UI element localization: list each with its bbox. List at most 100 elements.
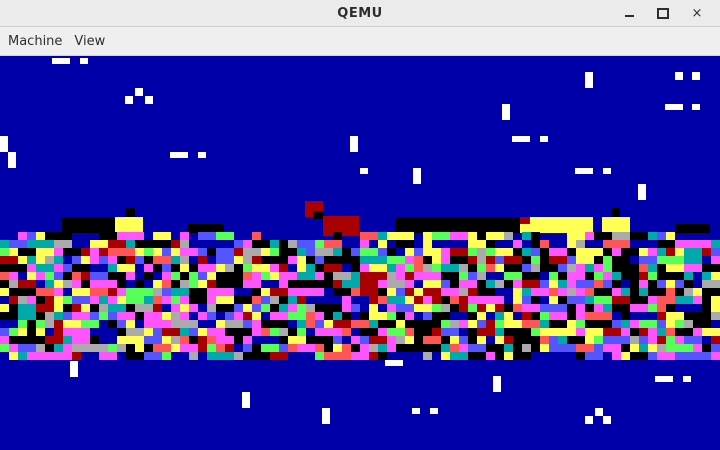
menu-machine[interactable]: Machine bbox=[2, 34, 68, 49]
pixel-block bbox=[387, 296, 396, 304]
pixel-block bbox=[675, 344, 693, 352]
pixel-block bbox=[477, 296, 504, 304]
pixel-block bbox=[684, 280, 693, 288]
pixel-block bbox=[693, 328, 702, 336]
menu-view[interactable]: View bbox=[68, 34, 111, 49]
pixel-block bbox=[531, 320, 540, 328]
pixel-block bbox=[486, 264, 495, 272]
pixel-block bbox=[540, 240, 549, 248]
pixel-block bbox=[450, 320, 459, 328]
pixel-block bbox=[279, 272, 297, 280]
pixel-block bbox=[612, 344, 621, 352]
pixel-block bbox=[630, 320, 639, 328]
pixel-block bbox=[666, 344, 675, 352]
pixel-block bbox=[162, 352, 171, 360]
pixel-block bbox=[225, 328, 243, 336]
pixel-block bbox=[540, 320, 549, 328]
pixel-block bbox=[502, 104, 510, 120]
pixel-block bbox=[90, 288, 99, 296]
pixel-block bbox=[252, 264, 270, 272]
pixel-block bbox=[270, 256, 279, 264]
pixel-block bbox=[648, 232, 657, 240]
pixel-block bbox=[522, 256, 531, 264]
pixel-block bbox=[459, 272, 468, 280]
pixel-block bbox=[531, 288, 540, 296]
pixel-block bbox=[711, 328, 720, 336]
pixel-block bbox=[396, 336, 405, 344]
pixel-block bbox=[243, 280, 261, 288]
pixel-block bbox=[387, 304, 396, 312]
pixel-block bbox=[207, 304, 216, 312]
pixel-block bbox=[666, 232, 675, 240]
pixel-block bbox=[36, 312, 45, 320]
pixel-block bbox=[279, 264, 288, 272]
pixel-block bbox=[9, 336, 27, 344]
pixel-block bbox=[675, 224, 710, 233]
pixel-block bbox=[405, 336, 414, 344]
pixel-block bbox=[432, 296, 441, 304]
pixel-block bbox=[144, 304, 153, 312]
close-button[interactable]: × bbox=[680, 1, 714, 25]
pixel-block bbox=[360, 312, 369, 320]
minimize-button[interactable] bbox=[612, 1, 646, 25]
pixel-block bbox=[585, 416, 593, 424]
pixel-block bbox=[531, 232, 540, 240]
pixel-block bbox=[243, 304, 252, 312]
pixel-block bbox=[243, 328, 252, 336]
pixel-block bbox=[522, 304, 531, 312]
pixel-block bbox=[145, 96, 153, 104]
vm-display[interactable] bbox=[0, 56, 720, 450]
pixel-block bbox=[180, 320, 198, 328]
pixel-block bbox=[135, 88, 143, 96]
pixel-block bbox=[612, 256, 621, 264]
pixel-block bbox=[0, 248, 9, 256]
pixel-block bbox=[81, 336, 90, 344]
pixel-block bbox=[243, 320, 252, 328]
pixel-block bbox=[684, 352, 711, 360]
pixel-block bbox=[702, 304, 711, 312]
pixel-block bbox=[153, 344, 171, 352]
pixel-block bbox=[621, 312, 630, 320]
pixel-block bbox=[90, 296, 99, 304]
pixel-block bbox=[576, 240, 585, 248]
pixel-block bbox=[261, 248, 270, 256]
pixel-block bbox=[711, 312, 720, 320]
pixel-block bbox=[243, 344, 252, 352]
pixel-block bbox=[693, 264, 702, 272]
pixel-block bbox=[666, 304, 675, 312]
pixel-block bbox=[423, 240, 432, 248]
pixel-block bbox=[333, 272, 342, 280]
pixel-block bbox=[36, 232, 45, 240]
pixel-block bbox=[306, 336, 315, 344]
pixel-block bbox=[351, 256, 360, 264]
pixel-block bbox=[558, 328, 576, 336]
maximize-button[interactable] bbox=[646, 1, 680, 25]
pixel-block bbox=[387, 248, 396, 256]
pixel-block bbox=[504, 256, 513, 264]
pixel-block bbox=[306, 280, 324, 288]
pixel-block bbox=[495, 304, 504, 312]
pixel-block bbox=[252, 312, 261, 320]
pixel-block bbox=[531, 280, 540, 288]
pixel-block bbox=[468, 312, 477, 320]
pixel-block bbox=[153, 304, 162, 312]
pixel-block bbox=[603, 256, 612, 264]
pixel-block bbox=[711, 352, 720, 360]
pixel-block bbox=[180, 240, 189, 248]
pixel-block bbox=[450, 256, 459, 264]
pixel-block bbox=[144, 240, 153, 248]
title-bar[interactable]: QEMU × bbox=[0, 0, 720, 27]
pixel-block bbox=[333, 232, 342, 240]
pixel-block bbox=[639, 304, 648, 312]
pixel-block bbox=[603, 240, 630, 248]
pixel-block bbox=[441, 312, 450, 320]
pixel-block bbox=[441, 336, 450, 344]
pixel-block bbox=[405, 256, 414, 264]
pixel-block bbox=[477, 272, 486, 280]
pixel-block bbox=[144, 320, 162, 328]
pixel-block bbox=[385, 360, 403, 366]
pixel-block bbox=[450, 248, 468, 256]
pixel-block bbox=[117, 296, 126, 304]
pixel-block bbox=[493, 376, 501, 392]
pixel-block bbox=[54, 328, 63, 336]
